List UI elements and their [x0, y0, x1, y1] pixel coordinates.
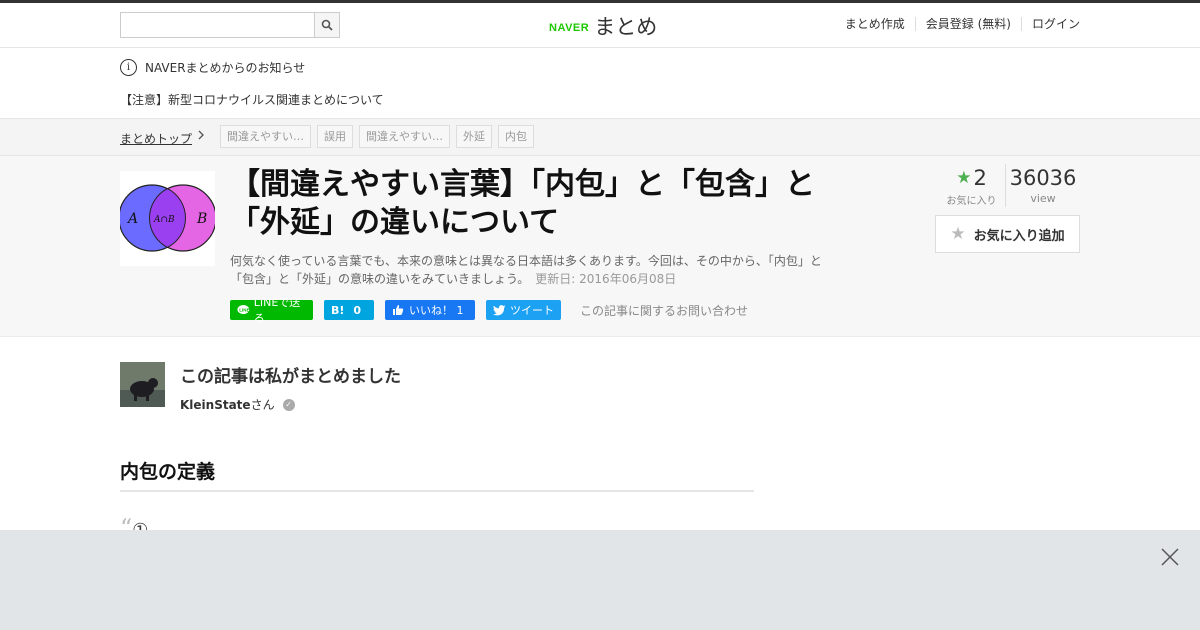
tag-list: 間違えやすい… 誤用 間違えやすい… 外延 内包	[220, 125, 540, 148]
verified-check-icon: ✓	[282, 398, 295, 411]
tag-item[interactable]: 誤用	[317, 125, 353, 148]
share-buttons: LINE LINEで送る B! 0 いいね！ 1 ツイート この記事に関するお問…	[230, 296, 748, 325]
facebook-like-button[interactable]: いいね！ 1	[385, 300, 475, 320]
favorite-count-label: お気に入り	[946, 196, 997, 207]
view-count-label: view	[1030, 192, 1056, 205]
venn-label-a: A	[126, 211, 138, 227]
article-stats: ★ 2 お気に入り 36036 view	[938, 164, 1080, 207]
breadcrumb-home-link[interactable]: まとめトップ	[120, 130, 192, 147]
facebook-like-label: いいね！ 1	[409, 304, 464, 317]
venn-label-ab: A∩B	[153, 215, 175, 225]
view-count: 36036	[1009, 166, 1077, 190]
page-title: 【間違えやすい言葉】「内包」と「包含」と「外延」の違いについて	[230, 167, 815, 240]
thumbs-up-icon	[393, 305, 404, 315]
author-suffix: さん	[250, 398, 275, 412]
breadcrumb: まとめトップ 間違えやすい… 誤用 間違えやすい… 外延 内包	[0, 118, 1200, 156]
chevron-right-icon	[197, 129, 205, 144]
search-button[interactable]	[314, 13, 339, 37]
tweet-label: ツイート	[510, 304, 554, 317]
search-input[interactable]	[121, 13, 314, 37]
tag-item[interactable]: 間違えやすい…	[359, 125, 450, 148]
top-bar: NAVER まとめ まとめ作成 会員登録 (無料) ログイン	[0, 0, 1200, 48]
line-share-button[interactable]: LINE LINEで送る	[230, 296, 313, 325]
article-description: 何気なく使っている言葉でも、本来の意味とは異なる日本語は多くあります。今回は、そ…	[230, 252, 840, 288]
tag-item[interactable]: 間違えやすい…	[220, 125, 311, 148]
hatena-bookmark-button[interactable]: B! 0	[324, 300, 374, 320]
section-heading-block: 内包の定義	[120, 457, 754, 492]
notice-item-link[interactable]: 【注意】新型コロナウイルス関連まとめについて	[120, 91, 1080, 108]
info-icon: i	[120, 58, 137, 76]
create-matome-link[interactable]: まとめ作成	[835, 17, 915, 31]
login-link[interactable]: ログイン	[1020, 17, 1080, 31]
description-text: 何気なく使っている言葉でも、本来の意味とは異なる日本語は多くあります。今回は、そ…	[230, 254, 822, 286]
article-thumbnail[interactable]: A B A∩B	[118, 171, 217, 266]
view-count-block: 36036 view	[1006, 164, 1080, 207]
logo-brand: NAVER	[549, 21, 590, 34]
updated-date: 更新日: 2016年06月08日	[535, 272, 677, 286]
tag-item[interactable]: 内包	[498, 125, 534, 148]
tweet-button[interactable]: ツイート	[486, 300, 561, 320]
svg-text:LINE: LINE	[239, 307, 249, 312]
twitter-bird-icon	[493, 304, 506, 315]
line-share-label: LINEで送る	[253, 296, 301, 325]
author-heading: この記事は私がまとめました	[180, 367, 401, 387]
tag-item[interactable]: 外延	[456, 125, 492, 148]
search-box	[120, 12, 340, 38]
hatena-icon: B!	[331, 303, 345, 317]
star-outline-icon: ★	[950, 224, 966, 244]
register-link[interactable]: 会員登録 (無料)	[914, 17, 1021, 31]
ad-banner	[0, 530, 1200, 630]
section-heading: 内包の定義	[120, 461, 216, 483]
avatar[interactable]	[120, 362, 165, 407]
line-icon: LINE	[237, 305, 250, 315]
venn-label-b: B	[196, 211, 207, 227]
top-links: まとめ作成 会員登録 (無料) ログイン	[835, 17, 1080, 31]
close-icon[interactable]	[1160, 548, 1180, 568]
notice-area: i NAVERまとめからのお知らせ 【注意】新型コロナウイルス関連まとめについて	[120, 58, 1080, 108]
add-favorite-button[interactable]: ★ お気に入り追加	[935, 215, 1080, 253]
author-name-link[interactable]: KleinState	[180, 398, 251, 412]
star-icon: ★	[956, 168, 972, 188]
site-logo[interactable]: NAVER まとめ	[549, 11, 657, 41]
article-header: A B A∩B 【間違えやすい言葉】「内包」と「包含」と「外延」の違いについて …	[0, 156, 1200, 337]
inquiry-link[interactable]: この記事に関するお問い合わせ	[580, 302, 748, 319]
add-favorite-label: お気に入り追加	[973, 228, 1065, 244]
search-icon	[321, 19, 333, 31]
author-box: この記事は私がまとめました KleinState さん ✓	[120, 362, 401, 413]
favorite-count-block: ★ 2 お気に入り	[938, 164, 1006, 207]
logo-name: まとめ	[594, 15, 658, 39]
notice-title: NAVERまとめからのお知らせ	[145, 60, 306, 75]
favorite-count: 2	[973, 166, 987, 190]
hatena-count: 0	[353, 303, 362, 317]
